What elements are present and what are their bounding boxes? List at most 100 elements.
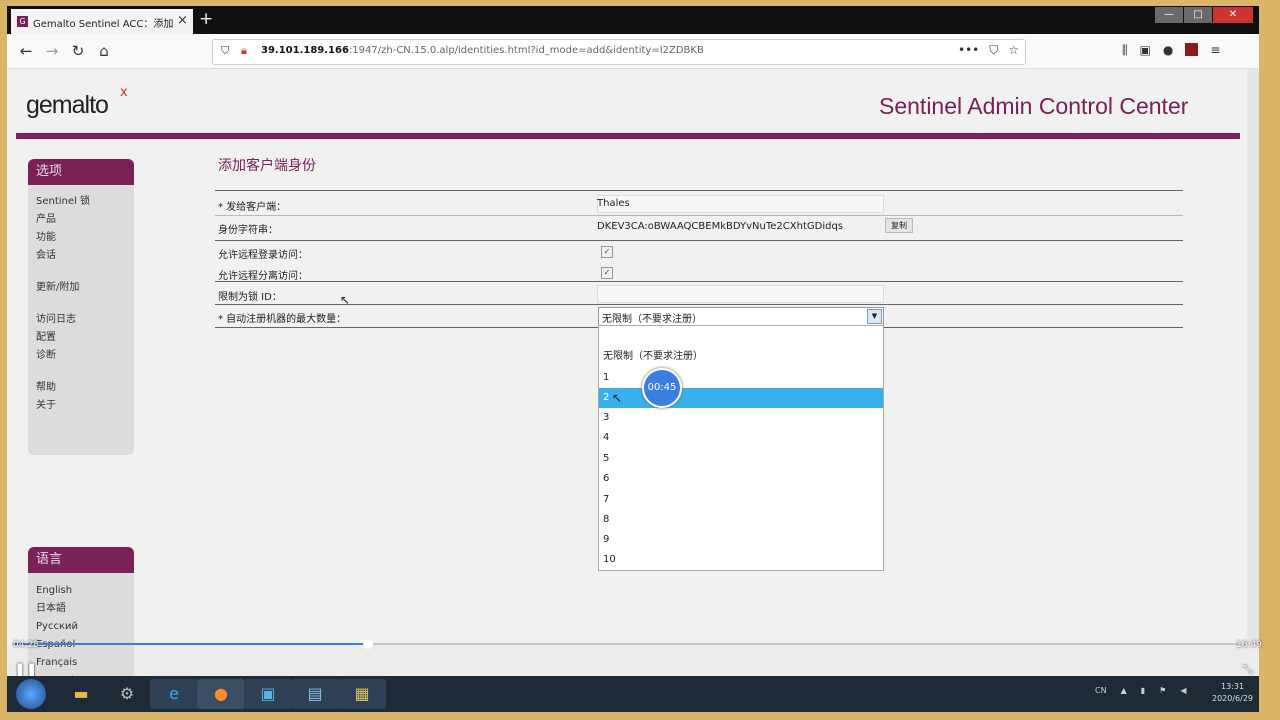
gemalto-favicon-icon: G [17, 16, 28, 27]
dropdown-option-9[interactable]: 9 [599, 530, 883, 550]
dropdown-option-unlimited[interactable]: 无限制（不要求注册） [599, 347, 883, 367]
app-icon[interactable]: ▤ [291, 679, 339, 709]
dropdown-option-8[interactable]: 8 [599, 510, 883, 530]
network-icon[interactable]: ▮ [1141, 686, 1145, 695]
options-heading: 选项 [28, 159, 134, 185]
new-tab-icon[interactable]: + [199, 9, 213, 29]
input-language[interactable]: CN [1095, 686, 1107, 695]
bookmark-star-icon[interactable]: ☆ [1008, 43, 1019, 58]
browser-tab[interactable]: G Gemalto Sentinel ACC：添加客 × [11, 9, 193, 34]
recording-timer-badge: 00:45 [642, 368, 682, 408]
home-icon[interactable]: ⌂ [93, 40, 115, 62]
language-english[interactable]: English [28, 582, 134, 600]
taskbar: ▬ ⚙ e ● ▣ ▤ ▦ CN ▲ ▮ ⚑ ◀ 13:31 2020/6/29 [7, 676, 1259, 712]
sidebar-item-about[interactable]: 关于 [28, 397, 134, 415]
language-heading: 语言 [28, 547, 134, 573]
page-title: 添加客户端身份 [218, 158, 316, 174]
sidebar-item-products[interactable]: 产品 [28, 211, 134, 229]
issued-to-field[interactable] [597, 195, 884, 213]
identity-string-label: 身份字符串： [218, 225, 278, 236]
gemalto-logo: gemalto [26, 91, 109, 119]
max-machines-dropdown[interactable]: 无限制（不要求注册） 1 2 3 4 5 6 7 8 9 10 [598, 325, 884, 571]
maximize-icon[interactable]: □ [1184, 7, 1212, 23]
max-machines-label: * 自动注册机器的最大数量： [218, 314, 347, 325]
options-panel: 选项 Sentinel 锁 产品 功能 会话 更新/附加 访问日志 配置 诊断 … [28, 159, 134, 455]
sidebar-item-access-log[interactable]: 访问日志 [28, 311, 134, 329]
header-divider [16, 133, 1240, 139]
identity-string-value: DKEV3CA:oBWAAQCBEMkBDYvNuTe2CXhtGDidqs [597, 221, 844, 232]
menu-icon[interactable]: ≡ [1210, 43, 1220, 58]
tab-title: Gemalto Sentinel ACC：添加客 [33, 19, 173, 30]
extension-icon[interactable] [1185, 43, 1199, 56]
form-divider [215, 215, 1183, 216]
start-icon[interactable] [16, 679, 46, 709]
library-icon[interactable]: ⫼ [1122, 43, 1128, 58]
screen: G Gemalto Sentinel ACC：添加客 × + — □ ✕ ← →… [7, 6, 1259, 712]
form-divider [215, 240, 1183, 241]
navigation-bar: ← → ↻ ⌂ ⛉ 🔒︎ 39.101.189.166:1947/zh-CN.1… [7, 34, 1259, 69]
issued-to-label: * 发给客户端： [218, 202, 287, 213]
sidebar-item-features[interactable]: 功能 [28, 229, 134, 247]
sidebar-item-diagnostics[interactable]: 诊断 [28, 347, 134, 365]
remote-detach-checkbox[interactable]: ✓ [601, 267, 613, 279]
page-actions-icon[interactable]: ••• [958, 43, 979, 58]
minimize-icon[interactable]: — [1155, 7, 1183, 23]
system-tray: CN ▲ ▮ ⚑ ◀ [1095, 686, 1186, 695]
form-divider [215, 304, 1183, 305]
clock[interactable]: 13:31 2020/6/29 [1212, 681, 1253, 705]
fullscreen-exit-icon[interactable]: ⤡ [1243, 662, 1253, 677]
forward-icon[interactable]: → [41, 40, 63, 62]
reload-icon[interactable]: ↻ [67, 40, 89, 62]
account-icon[interactable]: ● [1163, 43, 1173, 58]
volume-icon[interactable]: ◀ [1180, 686, 1186, 695]
restrict-key-id-field[interactable] [597, 285, 884, 303]
mouse-pointer-icon: ↖ [612, 391, 623, 405]
remote-login-checkbox[interactable]: ✓ [601, 246, 613, 258]
shield-icon[interactable]: ⛉ [221, 44, 229, 58]
issued-to-value: Thales [597, 198, 630, 209]
dropdown-option-3[interactable]: 3 [599, 408, 883, 428]
tools-icon[interactable]: ⚙ [103, 679, 151, 709]
archive-icon[interactable]: ▦ [338, 679, 386, 709]
flag-icon[interactable]: ⚑ [1159, 686, 1166, 695]
dropdown-option-7[interactable]: 7 [599, 490, 883, 510]
dropdown-option-10[interactable]: 10 [599, 550, 883, 570]
ie-icon[interactable]: e [150, 679, 198, 709]
chevron-down-icon[interactable]: ▼ [867, 309, 882, 324]
tray-arrow-icon[interactable]: ▲ [1121, 686, 1127, 695]
sidebar-item-sessions[interactable]: 会话 [28, 247, 134, 265]
max-machines-selected-value: 无限制（不要求注册） [602, 314, 702, 325]
dropdown-option-5[interactable]: 5 [599, 449, 883, 469]
folder-icon[interactable]: ▬ [57, 679, 105, 709]
copy-button[interactable]: 复制 [885, 218, 913, 233]
language-japanese[interactable]: 日本語 [28, 600, 134, 618]
sidebar-item-sentinel-keys[interactable]: Sentinel 锁 [28, 193, 134, 211]
terminal-icon[interactable]: ▣ [244, 679, 292, 709]
form-divider [215, 281, 1183, 282]
language-panel: 语言 English 日本語 Русский Español Français … [28, 547, 134, 687]
max-machines-select[interactable]: 无限制（不要求注册） ▼ [598, 307, 884, 326]
firefox-icon[interactable]: ● [197, 679, 245, 709]
dropdown-option-4[interactable]: 4 [599, 428, 883, 448]
page-scrollbar[interactable] [1247, 69, 1259, 644]
language-spanish[interactable]: Español [28, 636, 134, 654]
address-bar[interactable]: ⛉ 🔒︎ 39.101.189.166:1947/zh-CN.15.0.alp/… [212, 39, 1026, 65]
tab-close-icon[interactable]: × [177, 13, 188, 28]
language-french[interactable]: Français [28, 654, 134, 672]
back-icon[interactable]: ← [15, 40, 37, 62]
close-icon[interactable]: ✕ [1213, 7, 1253, 23]
pocket-icon[interactable]: ⛉ [989, 43, 998, 58]
restrict-key-id-label: 限制为锁 ID： [218, 292, 282, 303]
lock-insecure-icon[interactable]: 🔒︎ [241, 44, 247, 58]
sidebar-item-update[interactable]: 更新/附加 [28, 279, 134, 297]
dropdown-option-6[interactable]: 6 [599, 469, 883, 489]
remote-login-label: 允许远程登录访问： [218, 250, 308, 261]
sidebar-icon[interactable]: ▣ [1140, 43, 1151, 58]
browser-tab-strip: G Gemalto Sentinel ACC：添加客 × + — □ ✕ [7, 6, 1259, 34]
remote-detach-label: 允许远程分离访问： [218, 271, 308, 282]
logo-mark: x [120, 85, 128, 100]
video-elapsed-time: 04:28 [13, 640, 39, 650]
sidebar-item-configuration[interactable]: 配置 [28, 329, 134, 347]
language-russian[interactable]: Русский [28, 618, 134, 636]
sidebar-item-help[interactable]: 帮助 [28, 379, 134, 397]
